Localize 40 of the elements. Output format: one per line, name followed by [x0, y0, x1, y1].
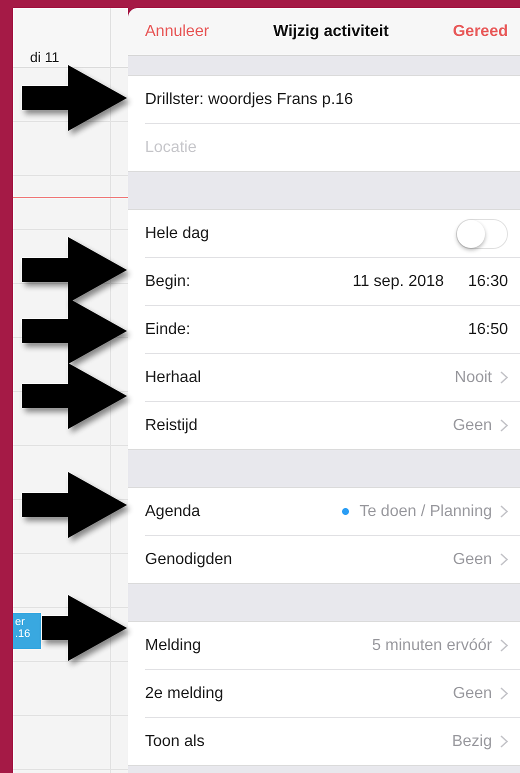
arrow-icon [22, 65, 127, 131]
row-value[interactable]: Nooit [454, 368, 492, 386]
row-label: Hele dag [145, 224, 210, 242]
row-value[interactable]: Geen [452, 416, 492, 434]
row-value[interactable]: Geen [452, 684, 492, 702]
date-value[interactable]: 11 sep. 2018 [352, 272, 444, 290]
row-label: Herhaal [145, 368, 202, 386]
chevron-icon [500, 419, 508, 432]
row-label: Genodigden [145, 550, 234, 568]
row-label: Begin: [145, 272, 192, 290]
arrow-icon [22, 472, 127, 538]
arrow-icon [22, 363, 127, 429]
time-value[interactable]: 16:30 [468, 272, 508, 290]
time-value[interactable]: 16:50 [468, 320, 508, 338]
arrow-icon [42, 595, 127, 661]
row-label: Toon als [145, 732, 206, 750]
toggle-switch[interactable] [456, 218, 508, 248]
day-label: di 11 [30, 49, 60, 65]
row-label: Reistijd [145, 416, 198, 434]
chevron-icon [500, 735, 508, 748]
row-label: Agenda [145, 502, 202, 520]
chevron-icon [500, 371, 508, 384]
cancel-button[interactable]: Annuleer [145, 22, 210, 40]
arrow-icon [22, 298, 127, 364]
row-value[interactable]: Te doen / Planning [359, 502, 492, 520]
row-label: 2e melding [145, 684, 224, 702]
title-field[interactable]: Drillster: woordjes Frans p.16 [145, 90, 508, 108]
row-label: Melding [145, 636, 202, 654]
screen-title: Wijzig activiteit [273, 22, 389, 40]
calendar-event[interactable]: er .16 [13, 613, 41, 649]
chevron-icon [500, 553, 508, 566]
row-value[interactable]: Geen [452, 550, 492, 568]
done-button[interactable]: Gereed [452, 22, 508, 40]
row-value[interactable]: 5 minuten ervóór [372, 636, 492, 654]
chevron-icon [500, 687, 508, 700]
chevron-icon [500, 505, 508, 518]
row-label: Einde: [145, 320, 192, 338]
chevron-icon [500, 639, 508, 652]
row-value[interactable]: Bezig [452, 732, 492, 750]
arrow-icon [22, 237, 127, 303]
